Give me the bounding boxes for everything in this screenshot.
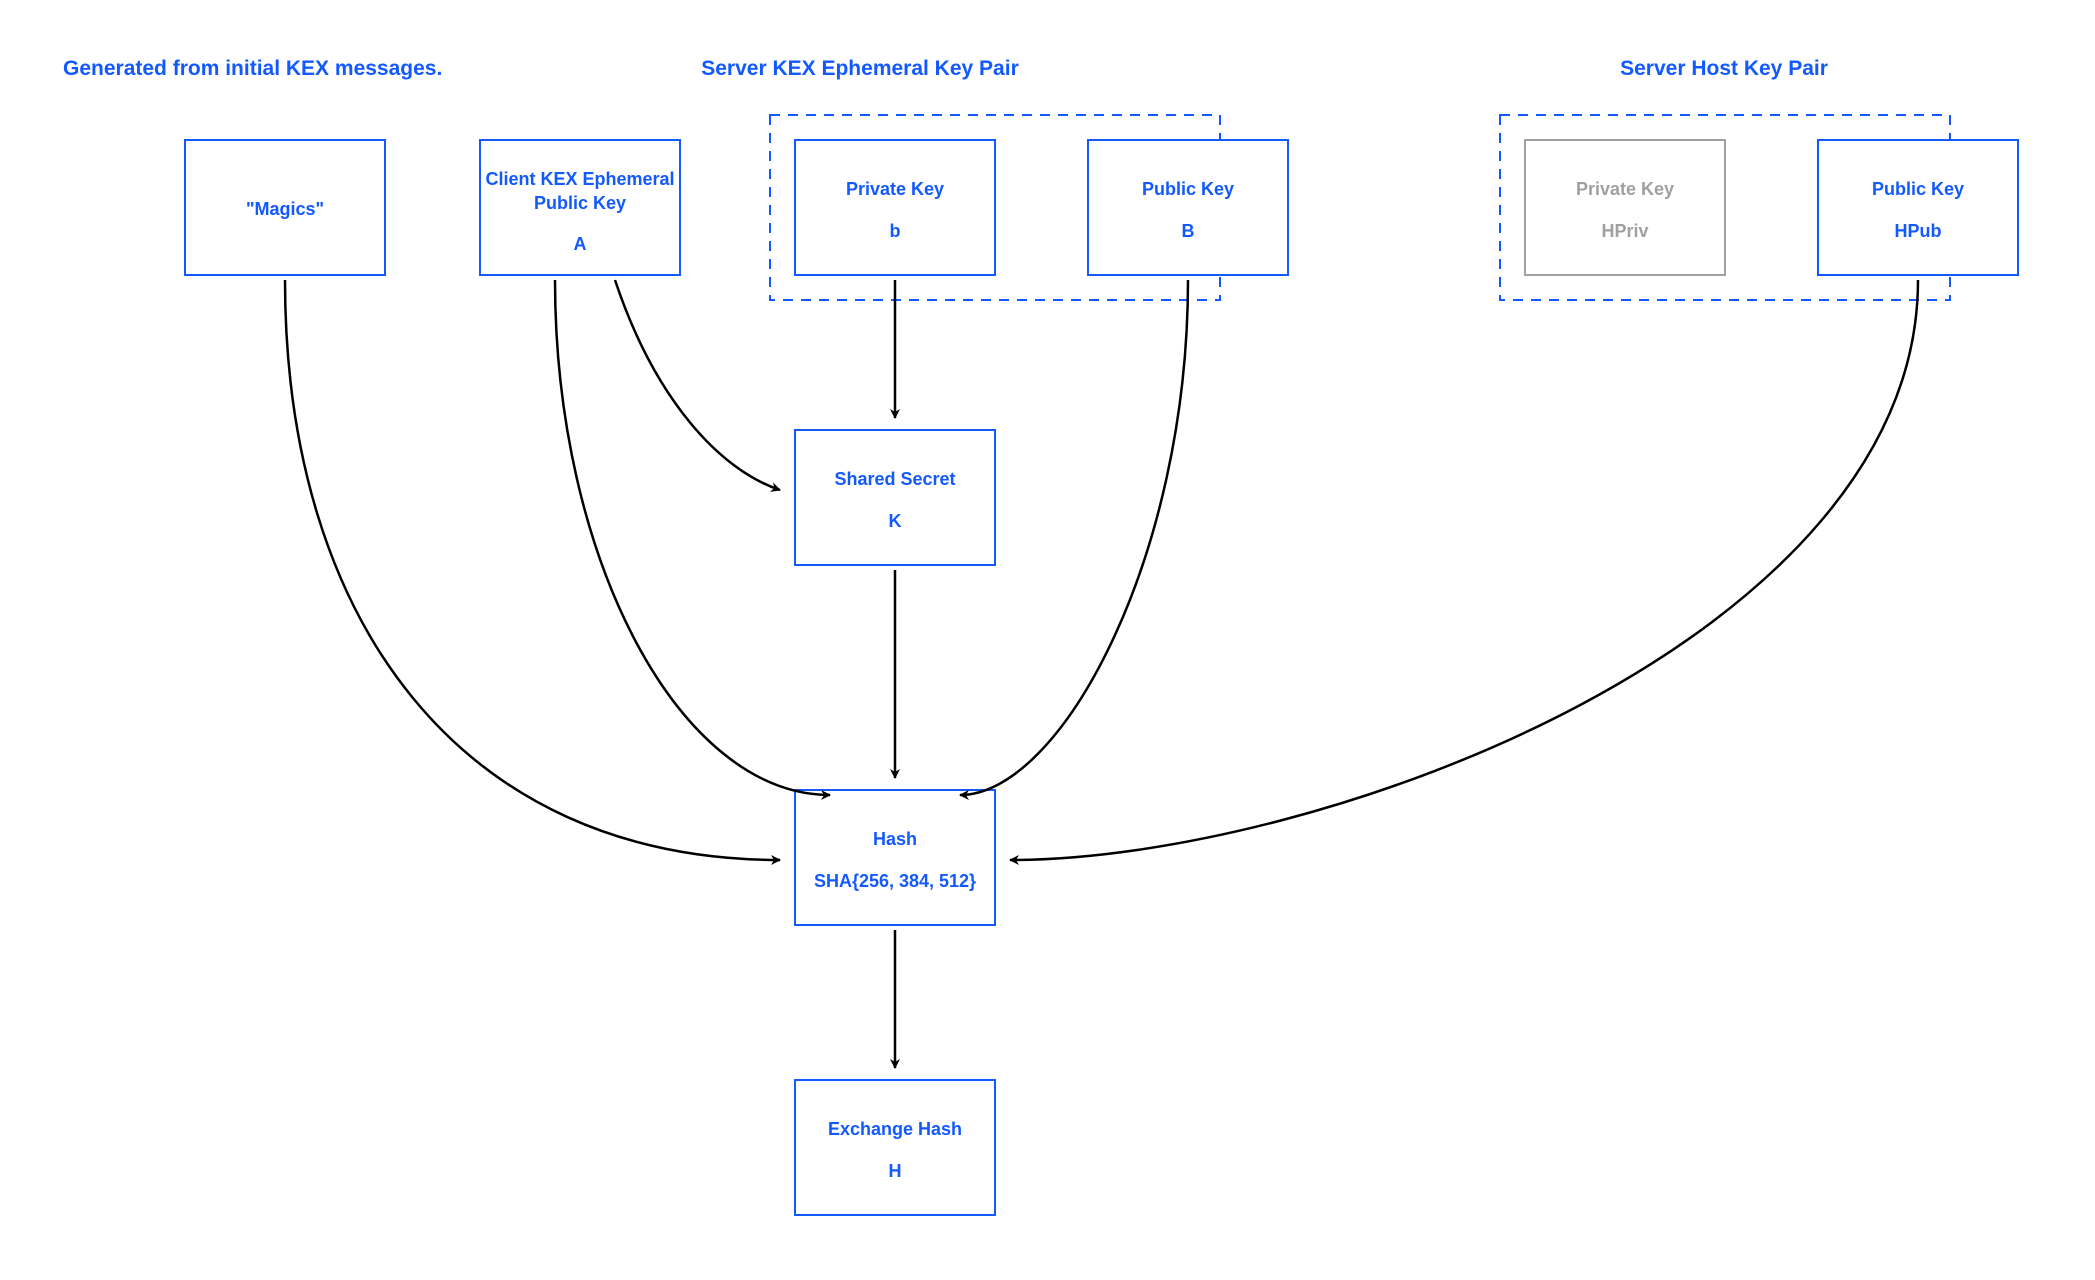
box-hash-title: Hash <box>873 829 917 849</box>
box-public-key-B-title: Public Key <box>1142 179 1234 199</box>
box-exchange-hash-sub: H <box>889 1161 902 1181</box>
box-private-key-b-sub: b <box>890 221 901 241</box>
diagram-canvas: Generated from initial KEX messages. Ser… <box>0 0 2095 1280</box>
arrow-clientkex-to-sharedsecret <box>615 280 780 490</box>
box-client-kex-public-key: Client KEX Ephemeral Public Key A <box>480 140 680 275</box>
arrow-hpub-to-hash <box>1010 280 1918 860</box>
box-public-key-B-sub: B <box>1182 221 1195 241</box>
box-exchange-hash-title: Exchange Hash <box>828 1119 962 1139</box>
box-hpub-title: Public Key <box>1872 179 1964 199</box>
box-magics-title: "Magics" <box>246 199 324 219</box>
box-hpub: Public Key HPub <box>1818 140 2018 275</box>
box-hash: Hash SHA{256, 384, 512} <box>795 790 995 925</box>
box-hpub-sub: HPub <box>1895 221 1942 241</box>
box-exchange-hash: Exchange Hash H <box>795 1080 995 1215</box>
heading-generated: Generated from initial KEX messages. <box>63 57 442 80</box>
box-hpriv-title: Private Key <box>1576 179 1674 199</box>
box-private-key-b-title: Private Key <box>846 179 944 199</box>
heading-server-kex: Server KEX Ephemeral Key Pair <box>701 57 1019 80</box>
box-shared-secret-sub: K <box>889 511 902 531</box>
box-hash-sub: SHA{256, 384, 512} <box>814 871 976 891</box>
box-client-kex-sub: A <box>574 234 587 254</box>
box-public-key-B: Public Key B <box>1088 140 1288 275</box>
heading-server-host: Server Host Key Pair <box>1620 57 1828 80</box>
arrow-magics-to-hash <box>285 280 780 860</box>
box-magics: "Magics" <box>185 140 385 275</box>
arrow-clientkex-to-hash <box>555 280 830 795</box>
box-private-key-b: Private Key b <box>795 140 995 275</box>
box-client-kex-line2: Public Key <box>534 193 626 213</box>
box-hpriv: Private Key HPriv <box>1525 140 1725 275</box>
box-hpriv-sub: HPriv <box>1601 221 1648 241</box>
box-shared-secret-title: Shared Secret <box>834 469 955 489</box>
box-shared-secret: Shared Secret K <box>795 430 995 565</box>
box-client-kex-line1: Client KEX Ephemeral <box>485 169 674 189</box>
